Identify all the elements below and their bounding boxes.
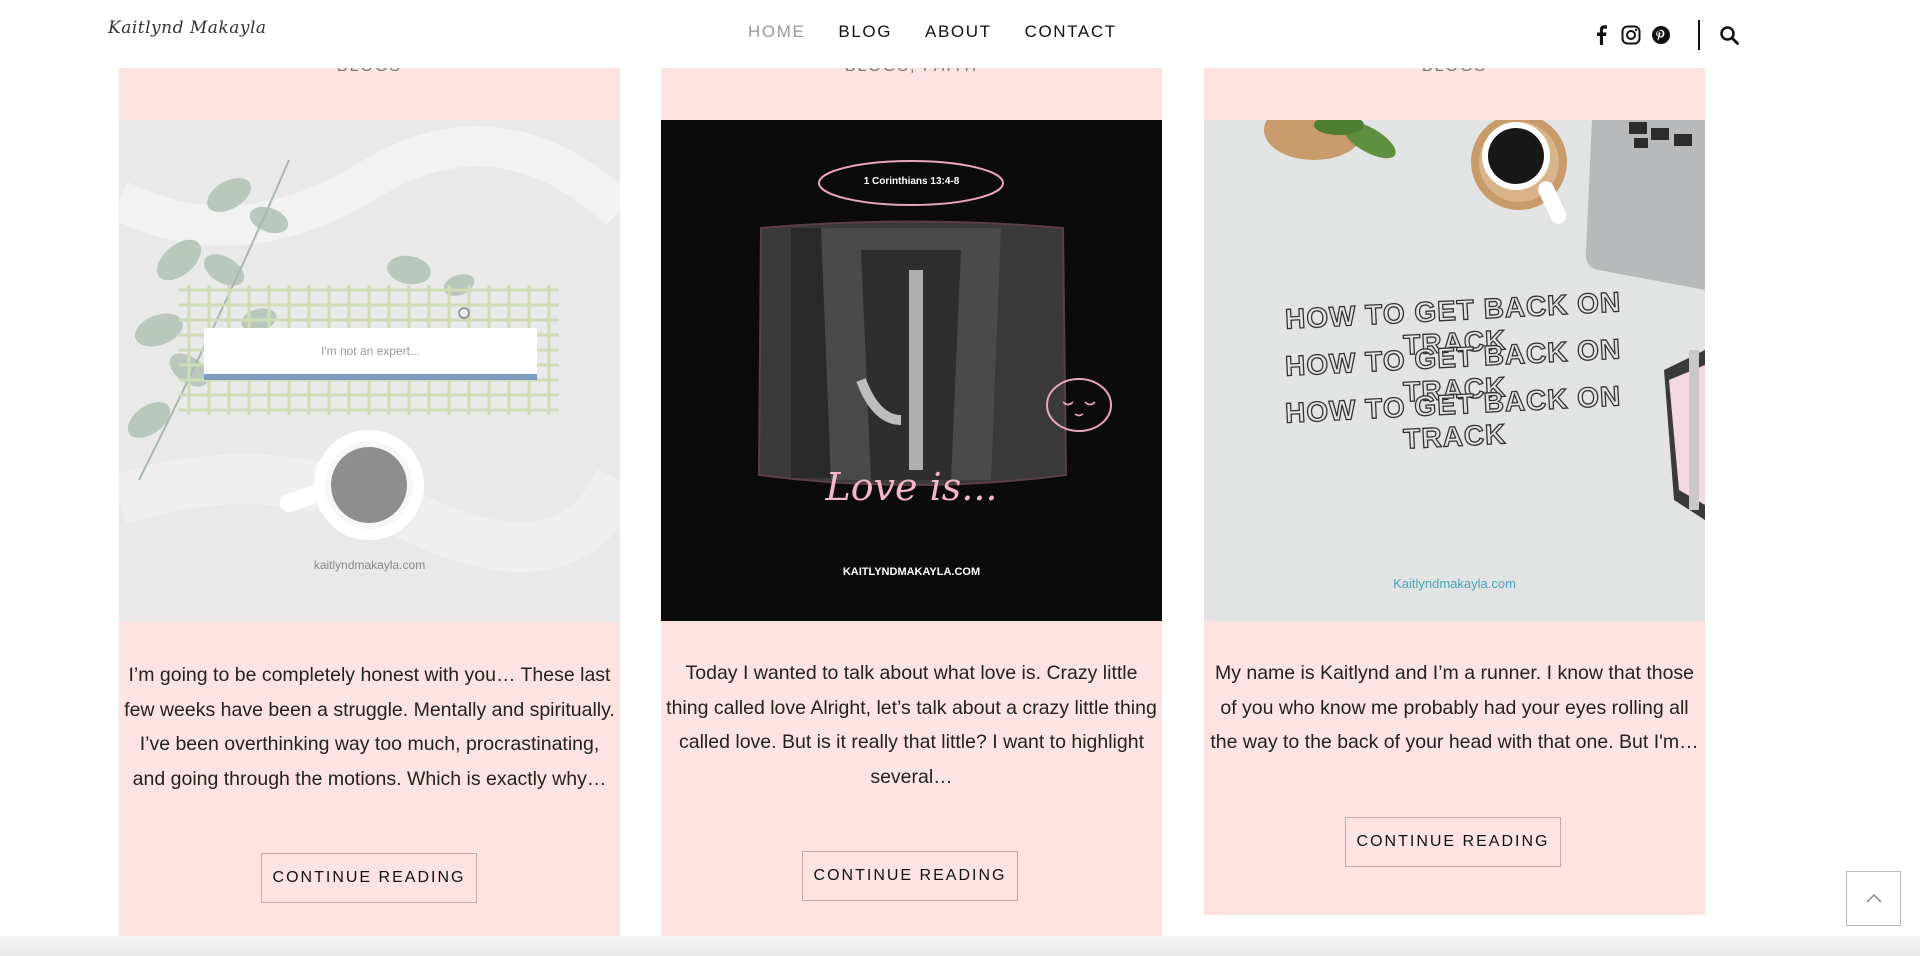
search-icon[interactable]	[1718, 24, 1740, 46]
site-logo[interactable]: Kaitlynd Makayla	[108, 18, 267, 38]
verse-label: 1 Corinthians 13:4-8	[863, 176, 960, 187]
post-excerpt: My name is Kaitlynd and I’m a runner. I …	[1210, 662, 1699, 753]
bottom-shadow	[0, 936, 1920, 956]
nav-about[interactable]: ABOUT	[925, 22, 992, 42]
nav-blog[interactable]: BLOG	[838, 22, 892, 42]
image-watermark: kaitlyndmakayla.com	[313, 558, 426, 572]
post-thumbnail[interactable]: 1 Corinthians 13:4-8 Love is... KAITLYND…	[661, 120, 1162, 621]
post-card: BLOGS HOW TO GET BACK ON TRACK HOW TO GE…	[1204, 58, 1705, 915]
pinterest-icon[interactable]	[1650, 24, 1672, 46]
nav-home[interactable]: HOME	[748, 22, 805, 42]
post-card: BLOGS	[119, 58, 620, 950]
continue-reading-button[interactable]: CONTINUE READING	[1345, 817, 1561, 867]
image-search-text: I'm not an expert...	[320, 344, 420, 358]
continue-reading-button[interactable]: CONTINUE READING	[802, 851, 1018, 901]
image-watermark: Kaitlyndmakayla.com	[1393, 576, 1516, 591]
instagram-icon[interactable]	[1620, 24, 1642, 46]
site-header: Kaitlynd Makayla HOME BLOG ABOUT CONTACT	[0, 0, 1920, 68]
main-nav: HOME BLOG ABOUT CONTACT	[748, 22, 1150, 42]
chevron-up-icon	[1865, 890, 1882, 908]
facebook-icon[interactable]	[1590, 24, 1612, 46]
post-thumbnail[interactable]: I'm not an expert... kaitlyndmakayla.com	[119, 120, 620, 622]
image-watermark: KAITLYNDMAKAYLA.COM	[842, 566, 981, 578]
header-divider	[1698, 20, 1700, 50]
post-excerpt: I’m going to be completely honest with y…	[124, 664, 615, 790]
continue-reading-button[interactable]: CONTINUE READING	[261, 853, 477, 903]
post-excerpt: Today I wanted to talk about what love i…	[666, 662, 1157, 788]
social-links	[1590, 20, 1748, 50]
post-card: BLOGS, FAITH 1 Corinthians 13:4-8 Love i…	[661, 58, 1162, 948]
love-is-script: Love is...	[825, 465, 998, 509]
nav-contact[interactable]: CONTACT	[1025, 22, 1117, 42]
back-to-top-button[interactable]	[1846, 871, 1901, 926]
post-thumbnail[interactable]: HOW TO GET BACK ON TRACK HOW TO GET BACK…	[1204, 120, 1705, 621]
